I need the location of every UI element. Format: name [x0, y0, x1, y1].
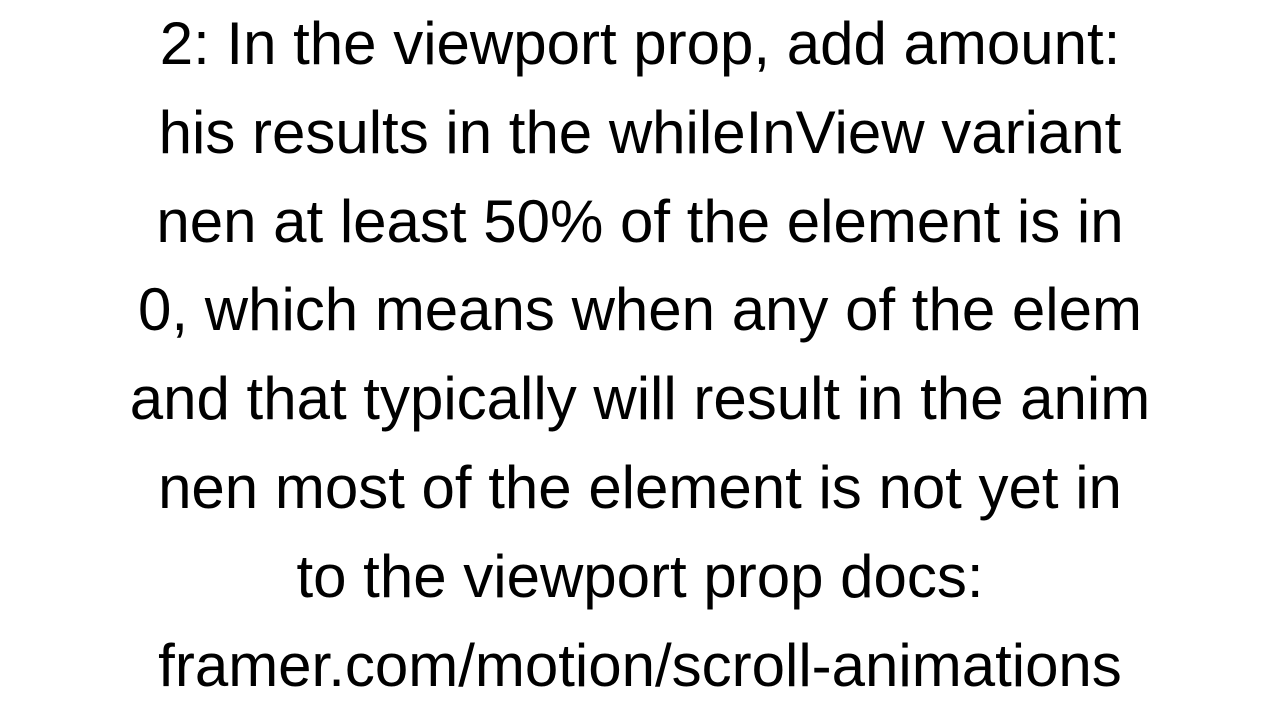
text-line-7: to the viewport prop docs:	[0, 533, 1280, 622]
text-line-5: and that typically will result in the an…	[0, 355, 1280, 444]
text-line-6: nen most of the element is not yet in	[0, 444, 1280, 533]
text-line-1: 2: In the viewport prop, add amount:	[0, 0, 1280, 89]
document-text-block: 2: In the viewport prop, add amount: his…	[0, 0, 1280, 710]
text-line-2: his results in the whileInView variant	[0, 89, 1280, 178]
text-line-4: 0, which means when any of the elem	[0, 266, 1280, 355]
text-line-3: nen at least 50% of the element is in	[0, 178, 1280, 267]
text-line-8: framer.com/motion/scroll-animations	[0, 622, 1280, 711]
